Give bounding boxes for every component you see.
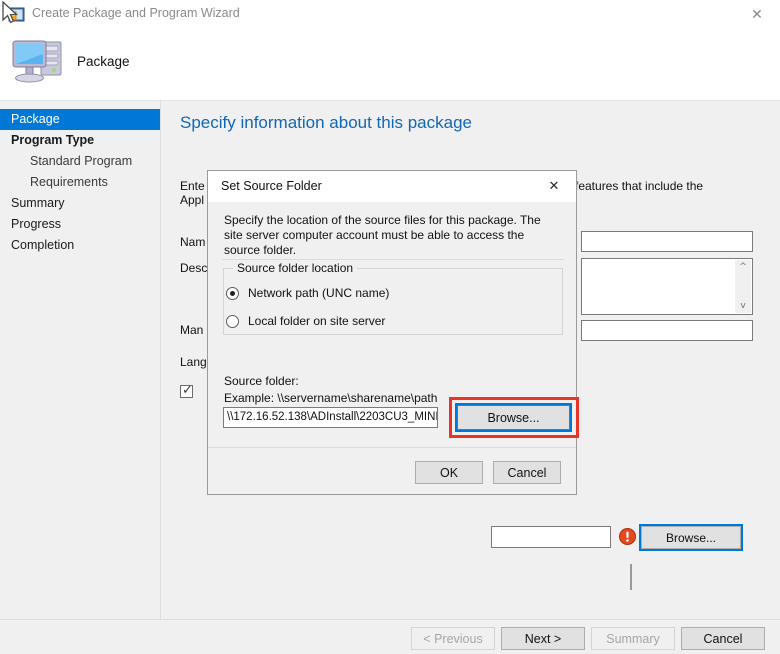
- sidebar-item-program-type[interactable]: Program Type: [0, 130, 160, 151]
- sidebar-item-completion[interactable]: Completion: [0, 235, 160, 256]
- name-input[interactable]: [581, 231, 753, 252]
- sidebar-item-summary[interactable]: Summary: [0, 193, 160, 214]
- source-folder-input[interactable]: [491, 526, 611, 548]
- source-folder-checkbox[interactable]: ✓: [180, 385, 193, 398]
- dialog-browse-button[interactable]: Browse...: [457, 405, 570, 430]
- wizard-header-title: Package: [77, 54, 130, 69]
- radio-network-path[interactable]: Network path (UNC name): [226, 286, 389, 300]
- window-close-button[interactable]: ✕: [734, 0, 780, 29]
- error-exclamation-icon: [619, 528, 636, 545]
- next-button[interactable]: Next >: [501, 627, 585, 650]
- description-input[interactable]: ^ v: [581, 258, 753, 315]
- source-folder-path-input[interactable]: \\172.16.52.138\ADInstall\2203CU3_MINI: [223, 407, 438, 428]
- window-title: Create Package and Program Wizard: [32, 6, 240, 20]
- dialog-divider: [222, 259, 564, 260]
- language-label: Lang: [180, 355, 207, 369]
- check-icon: ✓: [182, 383, 193, 398]
- radio-unselected-icon[interactable]: [226, 315, 239, 328]
- radio-local-folder-label: Local folder on site server: [248, 314, 385, 328]
- sidebar-item-package[interactable]: Package: [0, 109, 160, 130]
- dialog-ok-button[interactable]: OK: [415, 461, 483, 484]
- dialog-titlebar: Set Source Folder ✕: [208, 171, 576, 202]
- manufacturer-input[interactable]: [581, 320, 753, 341]
- dialog-title: Set Source Folder: [221, 179, 322, 193]
- sidebar-item-progress[interactable]: Progress: [0, 214, 160, 235]
- intro-text-line1: Ente: [180, 179, 205, 193]
- page-title: Specify information about this package: [180, 113, 472, 133]
- package-wizard-icon: [8, 6, 25, 23]
- group-label: Source folder location: [233, 261, 357, 275]
- previous-button[interactable]: < Previous: [411, 627, 495, 650]
- intro-text-right: features that include the: [575, 179, 703, 193]
- description-label: Desc: [180, 261, 207, 275]
- dialog-close-button[interactable]: ✕: [532, 171, 576, 201]
- text-caret: [630, 564, 632, 590]
- set-source-folder-dialog: Set Source Folder ✕ Specify the location…: [207, 170, 577, 495]
- radio-network-path-label: Network path (UNC name): [248, 286, 389, 300]
- wizard-sidebar: Package Program Type Standard Program Re…: [0, 100, 161, 654]
- dialog-description: Specify the location of the source files…: [224, 213, 562, 258]
- radio-selected-icon[interactable]: [226, 287, 239, 300]
- close-icon: ✕: [549, 179, 560, 194]
- dialog-cancel-button[interactable]: Cancel: [493, 461, 561, 484]
- wizard-header: Package: [0, 29, 780, 100]
- name-label: Nam: [180, 235, 205, 249]
- sidebar-item-requirements[interactable]: Requirements: [0, 172, 160, 193]
- computer-icon: [8, 33, 70, 91]
- summary-button[interactable]: Summary: [591, 627, 675, 650]
- sidebar-item-standard-program[interactable]: Standard Program: [0, 151, 160, 172]
- window-titlebar: Create Package and Program Wizard ✕: [0, 0, 780, 30]
- sidebar-step-list: Package Program Type Standard Program Re…: [0, 109, 160, 256]
- intro-text-line2: Appl: [180, 193, 204, 207]
- source-folder-label: Source folder:: [224, 374, 299, 388]
- close-icon: ✕: [751, 7, 763, 23]
- wizard-footer: < Previous Next > Summary Cancel: [0, 619, 780, 654]
- radio-local-folder[interactable]: Local folder on site server: [226, 314, 385, 328]
- chevron-down-icon[interactable]: v: [740, 299, 745, 313]
- manufacturer-label: Man: [180, 323, 203, 337]
- chevron-up-icon[interactable]: ^: [739, 260, 747, 274]
- cancel-button[interactable]: Cancel: [681, 627, 765, 650]
- create-package-wizard-window: Create Package and Program Wizard ✕: [0, 0, 780, 654]
- example-path-label: Example: \\servername\sharename\path: [224, 391, 437, 405]
- background-browse-button[interactable]: Browse...: [641, 526, 741, 549]
- dialog-footer-divider: [208, 447, 576, 448]
- description-scrollbar[interactable]: ^ v: [735, 260, 751, 313]
